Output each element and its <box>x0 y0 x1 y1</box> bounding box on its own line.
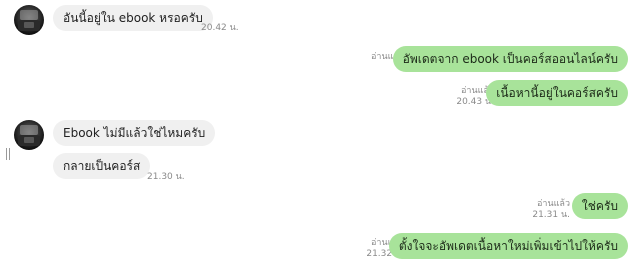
message-bubble-outgoing[interactable]: อัพเดตจาก ebook เป็นคอร์สออนไลน์ครับ <box>392 46 628 72</box>
message-timestamp: 20.42 น. <box>201 23 239 33</box>
message-bubble-incoming[interactable]: Ebook ไม่มีแล้วใช่ไหมครับ <box>53 120 216 146</box>
message-bubble-outgoing[interactable]: ใช่ครับ <box>571 193 628 219</box>
contact-avatar[interactable] <box>14 5 44 35</box>
resize-handle[interactable] <box>6 148 10 160</box>
message-timestamp: 21.31 น. <box>532 210 570 220</box>
read-receipt: อ่านแล้ว <box>537 199 570 209</box>
contact-avatar[interactable] <box>14 120 44 150</box>
message-bubble-incoming[interactable]: กลายเป็นคอร์ส <box>53 153 151 179</box>
message-timestamp: 21.30 น. <box>147 172 185 182</box>
message-bubble-incoming[interactable]: อันนี้อยู่ใน ebook หรอครับ <box>53 5 213 31</box>
message-bubble-outgoing[interactable]: ตั้งใจจะอัพเดตเนื้อหาใหม่เพิ่มเข้าไปให้ค… <box>388 233 628 259</box>
message-bubble-outgoing[interactable]: เนื้อหานี้อยู่ในคอร์สครับ <box>486 80 628 106</box>
